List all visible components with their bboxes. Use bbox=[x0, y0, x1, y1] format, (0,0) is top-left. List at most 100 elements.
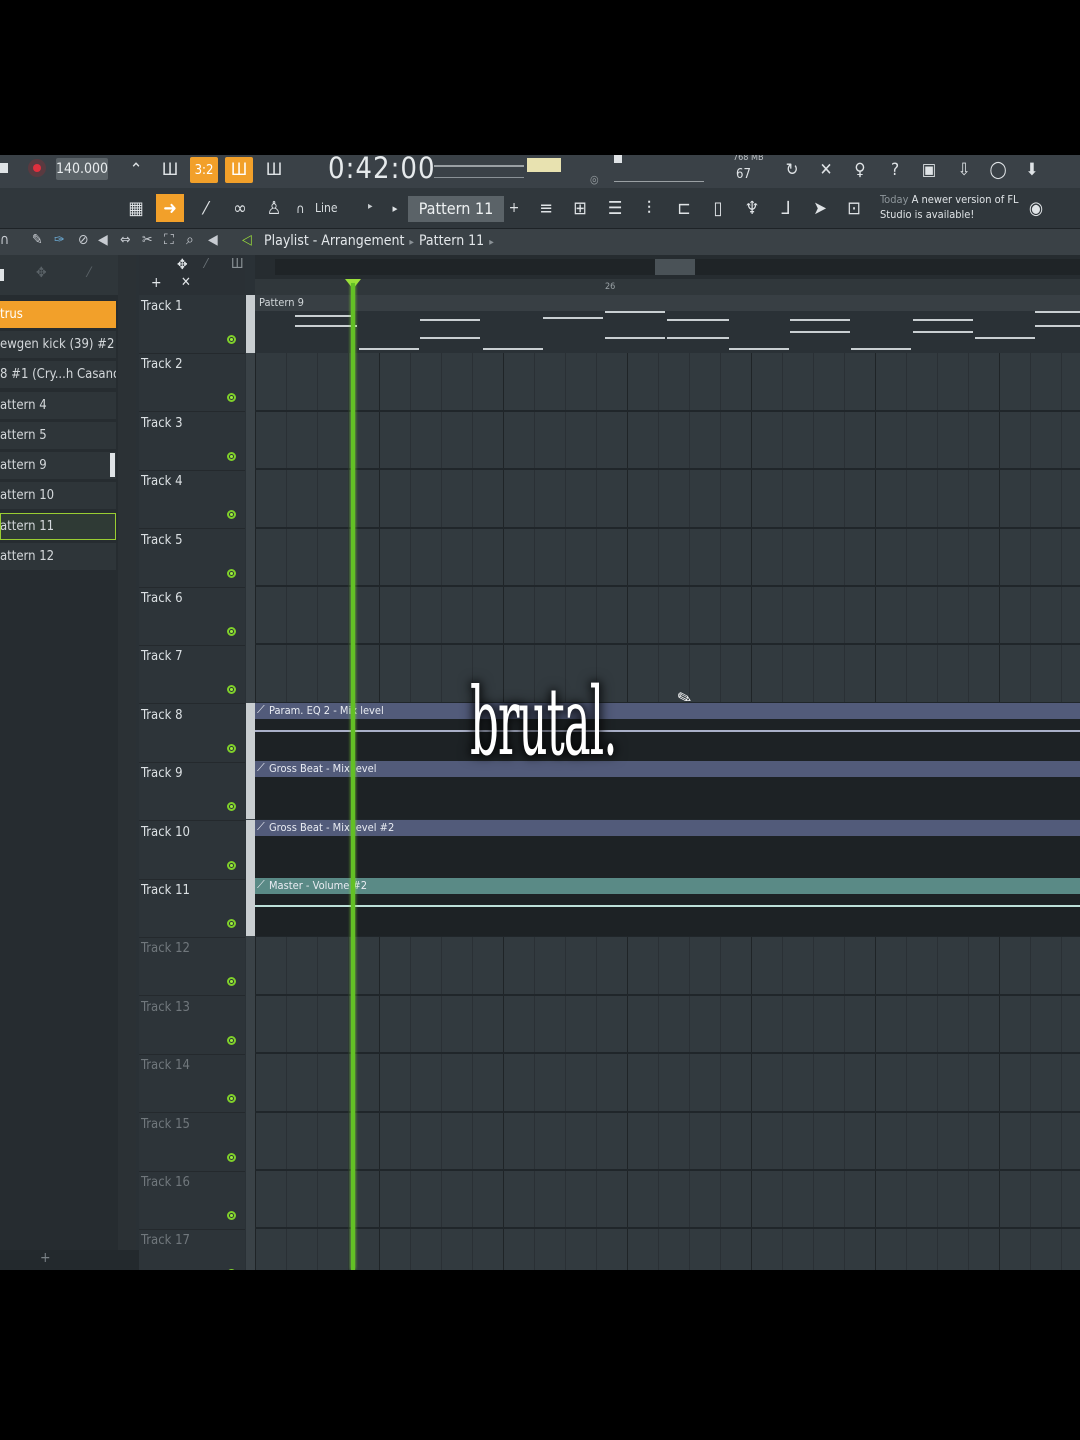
track-enable-led-icon[interactable] bbox=[227, 1035, 236, 1045]
piano-roll-icon[interactable]: ⊞ bbox=[566, 194, 594, 222]
shop-icon[interactable]: ⊡ bbox=[840, 194, 868, 222]
master-volume-slider[interactable] bbox=[614, 157, 704, 182]
snap-dropdown[interactable]: Line bbox=[315, 201, 338, 215]
playlist-grid[interactable]: Pattern 9 ⟋ Param. EQ 2 - Mix level ⟋ Gr… bbox=[255, 283, 1080, 1270]
track-enable-led-icon[interactable] bbox=[227, 802, 236, 812]
speaker-icon[interactable]: ◁ bbox=[242, 232, 252, 248]
tempo-tapper-icon[interactable]: ⅃ bbox=[772, 194, 800, 222]
breadcrumb-playlist[interactable]: Playlist - Arrangement bbox=[264, 233, 404, 249]
track-header[interactable]: Track 6 bbox=[139, 587, 245, 646]
paint-icon[interactable]: ✑ bbox=[54, 232, 65, 248]
move-icon[interactable]: ✥ bbox=[36, 265, 47, 281]
clip-handle[interactable] bbox=[246, 820, 255, 878]
microphone-icon[interactable]: ♀ bbox=[846, 157, 874, 183]
track-header[interactable]: Track 12 bbox=[139, 937, 245, 997]
automation-clip[interactable]: ⟋ Gross Beat - Mix level bbox=[255, 761, 1080, 819]
picker-item[interactable]: attern 5 bbox=[0, 422, 116, 449]
remove-track-icon[interactable]: ✕ bbox=[181, 275, 191, 290]
slider-handle[interactable] bbox=[614, 155, 622, 163]
add-track-icon[interactable]: + bbox=[151, 275, 162, 291]
wait-for-input-icon[interactable]: Ш bbox=[156, 157, 184, 183]
document-icon[interactable]: ▯ bbox=[704, 194, 732, 222]
picker-item[interactable]: attern 11 bbox=[0, 513, 116, 540]
globe-icon[interactable]: ◉ bbox=[1022, 194, 1050, 222]
step-edit-icon[interactable]: Ш bbox=[225, 157, 253, 183]
refresh-icon[interactable]: ↻ bbox=[778, 157, 806, 183]
track-header[interactable]: Track 8 bbox=[139, 704, 245, 763]
track-enable-led-icon[interactable] bbox=[227, 451, 236, 461]
chat-icon[interactable]: ◯ bbox=[984, 157, 1012, 183]
track-enable-led-icon[interactable] bbox=[227, 685, 236, 695]
track-enable-led-icon[interactable] bbox=[227, 919, 236, 928]
timeline-ruler[interactable]: 26 bbox=[255, 255, 1080, 295]
master-pitch-icon[interactable]: ◎ bbox=[590, 173, 599, 186]
browser-icon[interactable]: ⊏ bbox=[670, 194, 698, 222]
track-enable-led-icon[interactable] bbox=[227, 1211, 236, 1220]
track-header[interactable]: Track 10 bbox=[139, 821, 245, 880]
track-header[interactable]: Track 11 bbox=[139, 879, 245, 938]
record-button[interactable] bbox=[28, 159, 46, 177]
track-header[interactable]: Track 9 bbox=[139, 762, 245, 822]
arrow-icon[interactable]: ➜ bbox=[156, 194, 184, 222]
plugin-icon[interactable]: ♆ bbox=[738, 194, 766, 222]
picker-item[interactable]: attern 10 bbox=[0, 482, 116, 509]
track-header[interactable]: Track 2 bbox=[139, 353, 245, 413]
track-header[interactable]: Track 17 bbox=[139, 1229, 245, 1270]
automation-clip[interactable]: ⟋ Gross Beat - Mix level #2 bbox=[255, 820, 1080, 878]
brush-icon[interactable]: ⁄ bbox=[192, 194, 220, 222]
delete-icon[interactable]: ⊘ bbox=[78, 232, 89, 248]
bar-ruler[interactable]: 26 bbox=[255, 279, 1080, 295]
track-enable-led-icon[interactable] bbox=[227, 743, 236, 753]
track-enable-led-icon[interactable] bbox=[227, 335, 236, 344]
track-header[interactable]: Track 3 bbox=[139, 412, 245, 471]
play-pattern-icon[interactable]: ▸ bbox=[386, 194, 404, 222]
help-icon[interactable]: ? bbox=[881, 157, 909, 183]
stop-icon[interactable] bbox=[0, 163, 8, 173]
slip-icon[interactable]: ⇔ bbox=[120, 232, 131, 248]
track-enable-led-icon[interactable] bbox=[227, 568, 236, 578]
news-panel[interactable]: Today A newer version of FL Studio is av… bbox=[880, 192, 1020, 222]
clip-handle[interactable] bbox=[246, 703, 255, 761]
playlist-icon[interactable]: ≡ bbox=[532, 194, 560, 222]
slice-icon[interactable]: ✂ bbox=[142, 232, 153, 248]
clip-handle[interactable] bbox=[246, 878, 255, 936]
pattern-selector[interactable]: Pattern 11 bbox=[408, 196, 504, 222]
track-enable-led-icon[interactable] bbox=[227, 977, 236, 987]
channel-rack-icon[interactable]: ☰ bbox=[601, 194, 629, 222]
track-header[interactable]: Track 1 bbox=[139, 295, 245, 354]
picker-mode-icon[interactable] bbox=[0, 269, 4, 281]
playback-icon[interactable]: ◀ bbox=[208, 232, 218, 248]
automation-clip[interactable]: ⟋ Param. EQ 2 - Mix level bbox=[255, 703, 1080, 761]
track-header[interactable]: Track 15 bbox=[139, 1113, 245, 1172]
track-header[interactable]: Track 5 bbox=[139, 529, 245, 588]
pattern-clip[interactable]: Pattern 9 bbox=[255, 295, 1080, 353]
overview-thumb[interactable] bbox=[655, 259, 695, 275]
clip-handle[interactable] bbox=[246, 295, 255, 353]
picker-item[interactable]: trus bbox=[0, 301, 116, 328]
countdown-icon[interactable]: 3:2 bbox=[190, 157, 218, 183]
track-header[interactable]: Track 7 bbox=[139, 645, 245, 705]
piano-tool-icon[interactable]: Ш bbox=[231, 257, 244, 272]
track-enable-led-icon[interactable] bbox=[227, 860, 236, 870]
pencil-icon[interactable]: ⁄ bbox=[88, 265, 90, 281]
picker-scrollbar[interactable] bbox=[118, 255, 136, 1250]
draw-icon[interactable]: ✎ bbox=[32, 232, 43, 248]
overview-scrollbar[interactable] bbox=[275, 259, 1080, 275]
stamp-icon[interactable]: ♙ bbox=[260, 194, 288, 222]
track-header[interactable]: Track 13 bbox=[139, 996, 245, 1055]
mute-icon[interactable]: ◀ bbox=[98, 232, 108, 248]
track-enable-led-icon[interactable] bbox=[227, 393, 236, 403]
song-time-display[interactable]: 0:42:00 bbox=[328, 155, 436, 185]
send-icon[interactable]: ➤ bbox=[806, 194, 834, 222]
link-icon[interactable]: ∞ bbox=[226, 194, 254, 222]
automation-clip[interactable]: ⟋ Master - Volume #2 bbox=[255, 878, 1080, 936]
metronome-icon[interactable]: ⌃ bbox=[122, 157, 150, 183]
cut-icon[interactable]: ✕ bbox=[812, 157, 840, 183]
picker-item[interactable]: attern 12 bbox=[0, 543, 116, 570]
zoom-icon[interactable]: ⌕ bbox=[186, 232, 194, 248]
track-header[interactable]: Track 14 bbox=[139, 1054, 245, 1114]
track-enable-led-icon[interactable] bbox=[227, 1269, 236, 1270]
track-enable-led-icon[interactable] bbox=[227, 1094, 236, 1104]
breadcrumb-pattern[interactable]: Pattern 11 bbox=[419, 233, 484, 249]
export-icon[interactable]: ⇩ bbox=[950, 157, 978, 183]
